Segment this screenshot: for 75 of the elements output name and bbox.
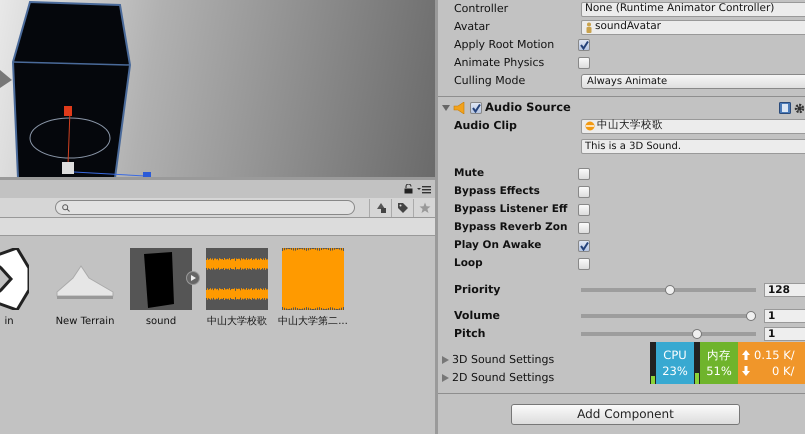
menu-icon[interactable] — [417, 184, 431, 194]
filter-by-type-icon — [374, 202, 386, 214]
object-field[interactable]: 中山大学校歌 — [581, 118, 805, 134]
field-label: Controller — [454, 0, 510, 17]
search-icon — [62, 204, 70, 212]
dropdown[interactable]: Always Animate — [581, 74, 805, 88]
checkbox[interactable] — [470, 102, 482, 114]
check-icon — [580, 242, 588, 250]
cpu-label: CPU — [663, 347, 687, 363]
foldout-arrow-icon[interactable] — [442, 374, 449, 382]
avatar-icon — [585, 22, 593, 32]
checkbox[interactable] — [578, 204, 590, 216]
field-label: Play On Awake — [454, 238, 542, 254]
down-arrow-icon — [742, 366, 750, 376]
upload-speed: 0.15 K/ — [754, 347, 795, 363]
field-label: Audio Clip — [454, 118, 518, 134]
tag-icon — [396, 202, 408, 214]
number-field[interactable]: 1 — [764, 327, 805, 341]
field-label: Bypass Effects — [454, 184, 541, 200]
memory-label: 内存 — [707, 347, 731, 363]
field-label: Culling Mode — [454, 72, 526, 89]
search-field[interactable] — [55, 200, 355, 215]
foldout-arrow-icon[interactable] — [442, 356, 449, 364]
waveform-thumbnail — [282, 248, 344, 310]
foldout-label[interactable]: 3D Sound Settings — [452, 352, 554, 368]
audio-clip-icon — [585, 121, 595, 131]
slider-thumb[interactable] — [665, 285, 676, 295]
check-icon — [580, 40, 588, 50]
cpu-reading: 23% — [662, 363, 688, 379]
checkbox[interactable] — [578, 222, 590, 234]
asset-label[interactable]: New Terrain — [56, 314, 114, 329]
field-label: Avatar — [454, 18, 491, 35]
field-label: Bypass Listener Eff — [454, 202, 568, 218]
field-label: Loop — [454, 256, 484, 272]
checkbox[interactable] — [578, 240, 590, 252]
add-component-button[interactable]: Add Component — [511, 404, 740, 425]
field-label: Volume — [454, 308, 501, 324]
field-label: Mute — [454, 166, 486, 182]
checkbox[interactable] — [578, 39, 590, 51]
checkbox[interactable] — [578, 258, 590, 270]
checkbox[interactable] — [578, 57, 590, 69]
checkbox[interactable] — [578, 168, 590, 180]
number-field[interactable]: 1 — [764, 309, 805, 323]
field-label: Priority — [454, 282, 502, 298]
settings-icon[interactable] — [794, 102, 805, 114]
object-field[interactable]: soundAvatar — [581, 20, 805, 34]
field-label: Pitch — [454, 326, 486, 342]
field-label: Bypass Reverb Zon — [454, 220, 568, 236]
speaker-thumbnail — [130, 248, 192, 310]
help-icon[interactable] — [779, 102, 791, 114]
foldout-label[interactable]: 2D Sound Settings — [452, 370, 554, 386]
asset-label[interactable]: in — [4, 314, 14, 329]
cube-logo-icon — [0, 248, 29, 310]
speaker-icon — [453, 102, 467, 114]
lock-icon[interactable] — [404, 184, 413, 194]
foldout-arrow-icon[interactable] — [442, 104, 450, 112]
up-arrow-icon — [742, 350, 750, 360]
check-icon — [472, 104, 480, 112]
download-speed: 0 K/ — [772, 363, 794, 379]
asset-label[interactable]: 中山大学校歌 — [207, 314, 267, 329]
waveform-thumbnail — [206, 248, 268, 310]
star-icon — [418, 202, 430, 214]
checkbox[interactable] — [578, 186, 590, 198]
field-label: Apply Root Motion — [454, 36, 556, 53]
slider-thumb[interactable] — [746, 311, 756, 321]
info-box: This is a 3D Sound. — [581, 138, 805, 154]
asset-label[interactable]: sound — [146, 314, 176, 329]
number-field[interactable]: 128 — [764, 283, 805, 297]
play-button[interactable] — [186, 271, 200, 285]
component-title: Audio Source — [485, 99, 571, 116]
memory-reading: 51% — [706, 363, 732, 379]
field-label: Animate Physics — [454, 54, 546, 71]
asset-label[interactable]: 中山大学第二... — [278, 314, 348, 329]
object-field[interactable]: None (Runtime Animator Controller) — [581, 2, 805, 16]
slider-thumb[interactable] — [692, 329, 702, 339]
